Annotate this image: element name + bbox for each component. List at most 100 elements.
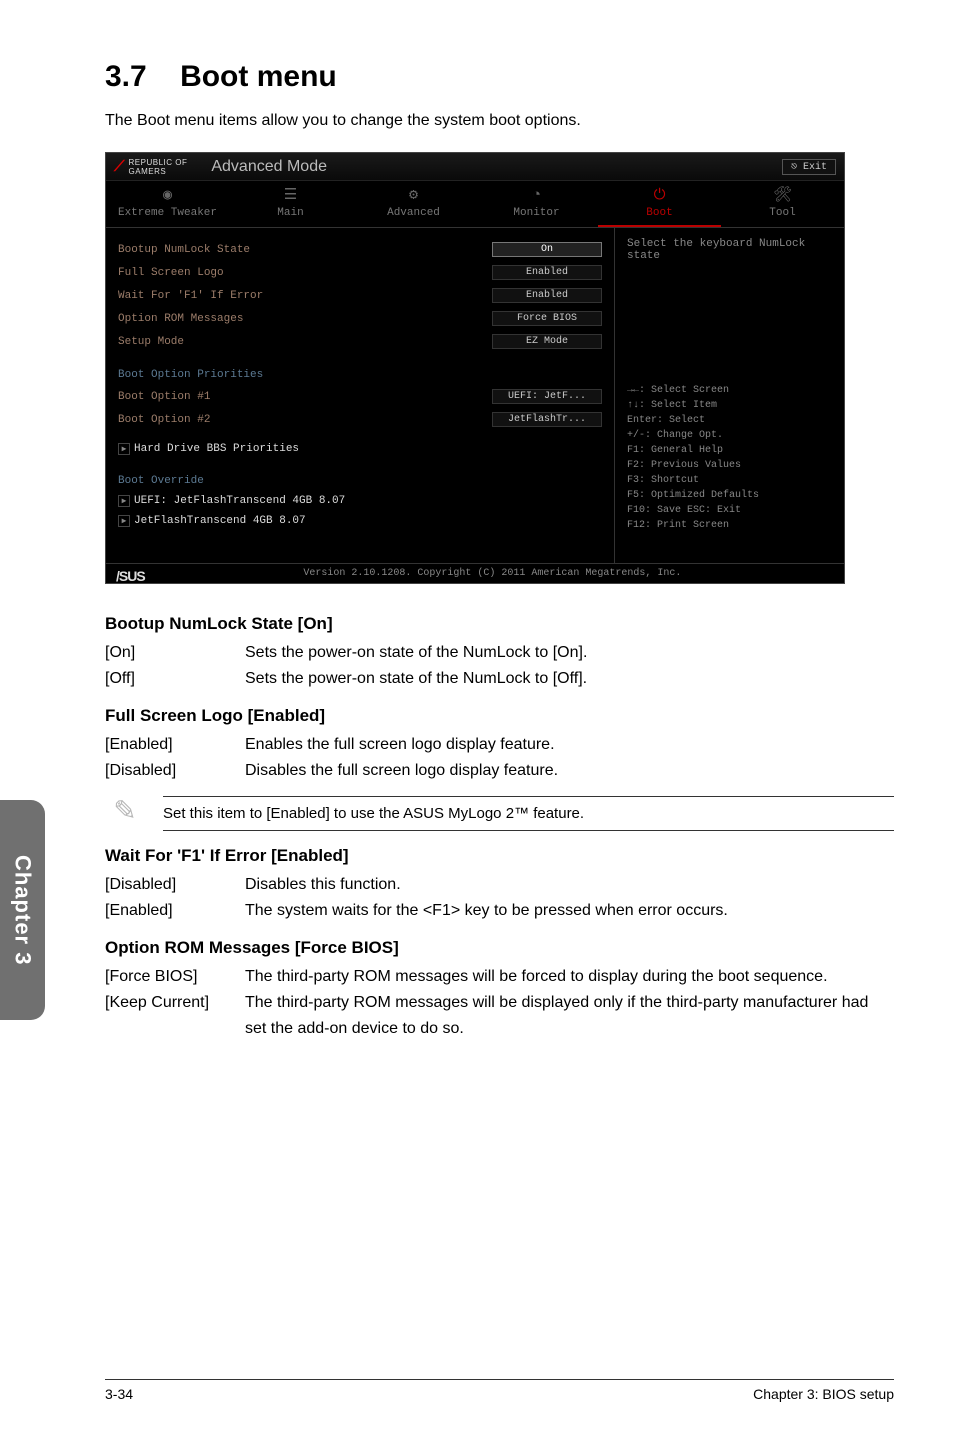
bios-help-panel: Select the keyboard NumLock state →←: Se… bbox=[614, 228, 844, 563]
option-key: [Disabled] bbox=[105, 872, 245, 898]
section-title: Boot menu bbox=[180, 60, 337, 93]
link-uefi-boot[interactable]: ▶ UEFI: JetFlashTranscend 4GB 8.07 bbox=[118, 491, 602, 511]
list-icon: ☰ bbox=[233, 189, 348, 203]
tab-label: Tool bbox=[769, 207, 795, 219]
help-line: F3: Shortcut bbox=[627, 473, 759, 488]
option-desc: The system waits for the <F1> key to be … bbox=[245, 898, 894, 924]
brand-line1: REPUBLIC OF bbox=[129, 158, 188, 167]
option-desc: Sets the power-on state of the NumLock t… bbox=[245, 666, 894, 692]
link-label: Hard Drive BBS Priorities bbox=[134, 443, 299, 455]
option-desc: Sets the power-on state of the NumLock t… bbox=[245, 640, 894, 666]
tab-label: Main bbox=[277, 207, 303, 219]
option-key: [Enabled] bbox=[105, 732, 245, 758]
help-line: F1: General Help bbox=[627, 443, 759, 458]
option-desc: Enables the full screen logo display fea… bbox=[245, 732, 894, 758]
setting-value[interactable]: On bbox=[492, 242, 602, 257]
link-jetflash-boot[interactable]: ▶JetFlashTranscend 4GB 8.07 bbox=[118, 511, 602, 531]
tab-label: Monitor bbox=[513, 207, 559, 219]
setting-wait-f1[interactable]: Wait For 'F1' If Error Enabled bbox=[118, 284, 602, 307]
bios-screenshot: ⟋ REPUBLIC OF GAMERS Advanced Mode ⎋ Exi… bbox=[105, 152, 845, 584]
bios-mode-label: Advanced Mode bbox=[211, 158, 327, 176]
tool-icon: 🛠 bbox=[725, 189, 840, 203]
option-row: [Disabled]Disables the full screen logo … bbox=[105, 758, 894, 784]
option-row: [On]Sets the power-on state of the NumLo… bbox=[105, 640, 894, 666]
setting-value[interactable]: JetFlashTr... bbox=[492, 412, 602, 427]
option-row: [Enabled]Enables the full screen logo di… bbox=[105, 732, 894, 758]
setting-numlock-state[interactable]: Bootup NumLock State On bbox=[118, 238, 602, 261]
asus-logo: /SUS bbox=[110, 568, 145, 584]
help-line: Enter: Select bbox=[627, 413, 759, 428]
tab-extreme-tweaker[interactable]: ◉ Extreme Tweaker bbox=[106, 181, 229, 227]
exit-button[interactable]: ⎋ Exit bbox=[782, 159, 836, 175]
option-row: [Force BIOS]The third-party ROM messages… bbox=[105, 964, 894, 990]
boot-option-2[interactable]: Boot Option #2 JetFlashTr... bbox=[118, 408, 602, 431]
context-help-text: Select the keyboard NumLock state bbox=[627, 238, 832, 262]
setting-option-rom[interactable]: Option ROM Messages Force BIOS bbox=[118, 307, 602, 330]
setting-label: Option ROM Messages bbox=[118, 313, 492, 325]
option-row: [Keep Current]The third-party ROM messag… bbox=[105, 990, 894, 1042]
gear-icon: ⚙ bbox=[356, 189, 471, 203]
setting-value[interactable]: EZ Mode bbox=[492, 334, 602, 349]
note-callout: ✎ Set this item to [Enabled] to use the … bbox=[105, 794, 894, 832]
tab-label: Extreme Tweaker bbox=[118, 207, 217, 219]
option-row: [Disabled]Disables this function. bbox=[105, 872, 894, 898]
doc-heading-wait-f1: Wait For 'F1' If Error [Enabled] bbox=[105, 846, 894, 866]
bios-header: ⟋ REPUBLIC OF GAMERS Advanced Mode ⎋ Exi… bbox=[106, 153, 844, 181]
bios-version-text: Version 2.10.1208. Copyright (C) 2011 Am… bbox=[303, 568, 681, 579]
help-line: +/-: Change Opt. bbox=[627, 428, 759, 443]
help-line: ↑↓: Select Item bbox=[627, 398, 759, 413]
power-icon: ⏻ bbox=[602, 189, 717, 203]
note-text: Set this item to [Enabled] to use the AS… bbox=[163, 796, 894, 831]
bios-footer: /SUS Version 2.10.1208. Copyright (C) 20… bbox=[106, 563, 844, 583]
gauge-icon: ◉ bbox=[110, 189, 225, 203]
setting-setup-mode[interactable]: Setup Mode EZ Mode bbox=[118, 330, 602, 353]
setting-value[interactable]: Enabled bbox=[492, 288, 602, 303]
chapter-title-footer: Chapter 3: BIOS setup bbox=[753, 1386, 894, 1402]
tab-label: Boot bbox=[646, 207, 672, 219]
setting-value[interactable]: Force BIOS bbox=[492, 311, 602, 326]
help-line: F12: Print Screen bbox=[627, 518, 759, 533]
doc-heading-fullscreen: Full Screen Logo [Enabled] bbox=[105, 706, 894, 726]
setting-value[interactable]: UEFI: JetF... bbox=[492, 389, 602, 404]
boot-override-header: Boot Override bbox=[118, 471, 602, 491]
option-key: [Disabled] bbox=[105, 758, 245, 784]
chapter-label: Chapter 3 bbox=[10, 855, 36, 965]
section-heading: 3.7 Boot menu bbox=[105, 60, 894, 94]
option-key: [Force BIOS] bbox=[105, 964, 245, 990]
help-line: F2: Previous Values bbox=[627, 458, 759, 473]
option-key: [Keep Current] bbox=[105, 990, 245, 1042]
tab-label: Advanced bbox=[387, 207, 440, 219]
setting-full-screen-logo[interactable]: Full Screen Logo Enabled bbox=[118, 261, 602, 284]
setting-label: Wait For 'F1' If Error bbox=[118, 290, 492, 302]
rog-slash-icon: ⟋ bbox=[114, 158, 125, 176]
help-line: F10: Save ESC: Exit bbox=[627, 503, 759, 518]
tab-monitor[interactable]: ◔ Monitor bbox=[475, 181, 598, 227]
section-number: 3.7 bbox=[105, 60, 147, 93]
keyboard-shortcuts: →←: Select Screen ↑↓: Select Item Enter:… bbox=[627, 383, 759, 533]
boot-option-1[interactable]: Boot Option #1 UEFI: JetF... bbox=[118, 385, 602, 408]
setting-label: Bootup NumLock State bbox=[118, 244, 492, 256]
bios-nav-tabs: ◉ Extreme Tweaker ☰ Main ⚙ Advanced ◔ Monito… bbox=[106, 181, 844, 228]
tab-boot[interactable]: ⏻ Boot bbox=[598, 181, 721, 227]
option-desc: Disables this function. bbox=[245, 872, 894, 898]
page-number: 3-34 bbox=[105, 1386, 133, 1402]
rog-logo: ⟋ REPUBLIC OF GAMERS bbox=[114, 158, 187, 176]
boot-priorities-header: Boot Option Priorities bbox=[118, 365, 602, 385]
bios-settings-panel: Bootup NumLock State On Full Screen Logo… bbox=[106, 228, 614, 563]
tab-main[interactable]: ☰ Main bbox=[229, 181, 352, 227]
tab-tool[interactable]: 🛠 Tool bbox=[721, 181, 844, 227]
chevron-right-icon: ▶ bbox=[118, 443, 130, 455]
option-key: [Enabled] bbox=[105, 898, 245, 924]
chevron-right-icon: ▶ bbox=[118, 495, 130, 507]
setting-label: Boot Option #1 bbox=[118, 391, 492, 403]
pencil-icon: ✎ bbox=[105, 794, 145, 832]
help-line: →←: Select Screen bbox=[627, 383, 759, 398]
tab-advanced[interactable]: ⚙ Advanced bbox=[352, 181, 475, 227]
link-hdd-bbs[interactable]: ▶ Hard Drive BBS Priorities bbox=[118, 439, 602, 459]
option-desc: The third-party ROM messages will be dis… bbox=[245, 990, 894, 1042]
doc-heading-option-rom: Option ROM Messages [Force BIOS] bbox=[105, 938, 894, 958]
setting-label: Full Screen Logo bbox=[118, 267, 492, 279]
link-label: UEFI: JetFlashTranscend 4GB 8.07 bbox=[134, 495, 345, 507]
monitor-icon: ◔ bbox=[479, 189, 594, 203]
setting-value[interactable]: Enabled bbox=[492, 265, 602, 280]
